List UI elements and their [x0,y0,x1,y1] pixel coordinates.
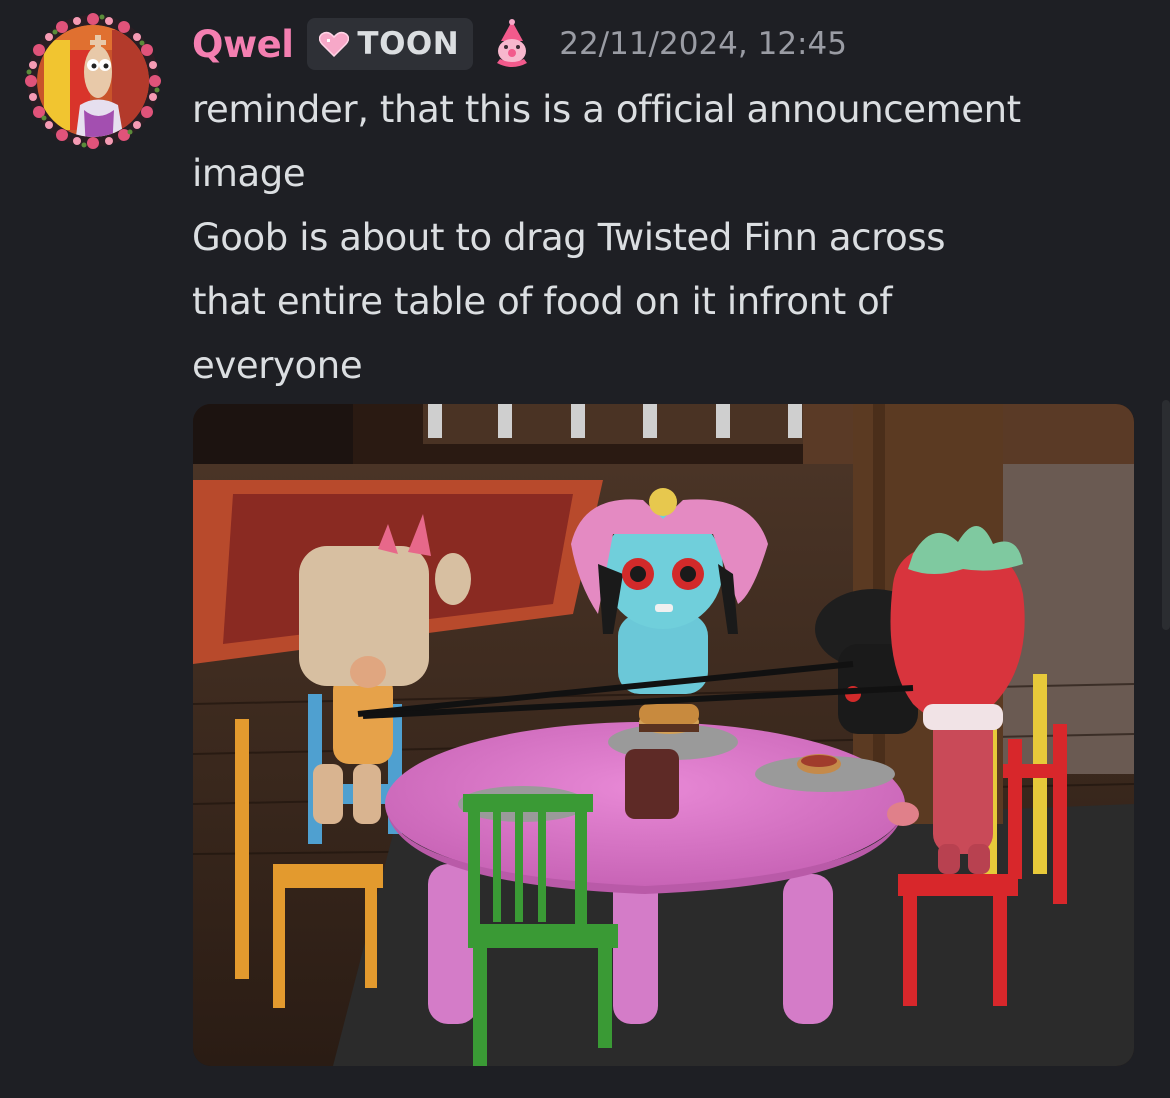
message-line: that entire table of food on it infront … [192,280,893,323]
image-attachment[interactable] [193,404,1134,1066]
message-line: everyone [192,344,363,387]
avatar-image [25,13,161,149]
message-timestamp[interactable]: 22/11/2024, 12:45 [559,26,847,62]
tag-label: TOON [357,26,460,62]
clown-icon [487,19,537,69]
server-tag[interactable]: TOON [307,18,474,70]
scrollbar[interactable] [1162,400,1170,630]
message-header: Qwel TOON 22/11/2024, 12:45 [192,16,847,72]
pink-heart-icon [319,31,350,57]
message-line: image [192,152,306,195]
message-content: reminder, that this is a official announ… [192,78,1152,398]
chat-message: Qwel TOON 22/11/2024, 12:45 reminder, th… [0,0,1170,1098]
attachment-image [193,404,1134,1066]
user-avatar[interactable] [22,10,164,152]
username[interactable]: Qwel [192,23,294,66]
message-line: Goob is about to drag Twisted Finn acros… [192,216,946,259]
message-line: reminder, that this is a official announ… [192,88,1021,131]
